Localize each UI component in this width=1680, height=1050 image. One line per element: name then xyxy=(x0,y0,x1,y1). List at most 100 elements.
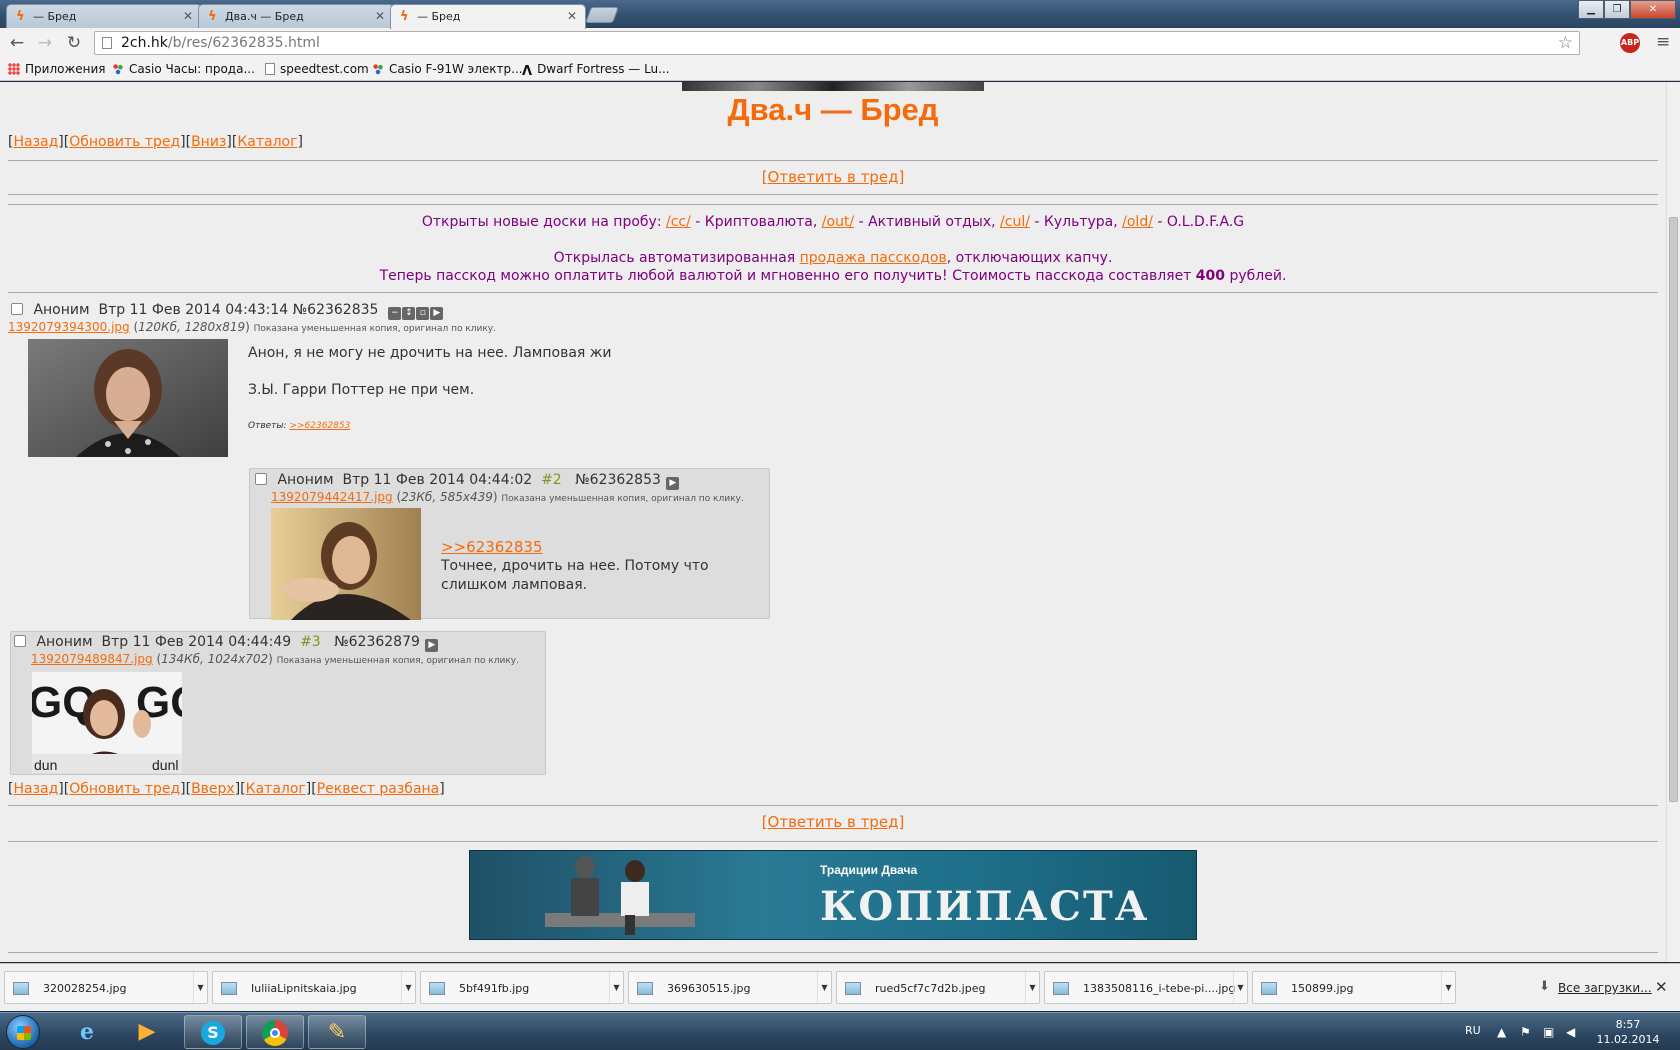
download-item[interactable]: rued5cf7c7d2b.jpeg ▼ xyxy=(836,971,1040,1004)
reply-in-thread-link[interactable]: [Ответить в тред] xyxy=(762,168,905,186)
tray-expand-icon[interactable]: ▲ xyxy=(1497,1025,1506,1039)
clock-time: 8:57 xyxy=(1615,1018,1641,1031)
close-icon[interactable]: ✕ xyxy=(1655,978,1668,996)
nav-back-link[interactable]: Назад xyxy=(13,134,58,150)
reply-2-thumbnail[interactable] xyxy=(271,508,421,620)
nav-down-link[interactable]: Вниз xyxy=(191,134,226,150)
star-icon[interactable]: ☆ xyxy=(1558,32,1573,54)
hide-icon[interactable]: − xyxy=(388,307,402,320)
all-downloads-link[interactable]: Все загрузки... xyxy=(1558,981,1652,995)
address-bar[interactable]: 2ch.hk/b/res/62362835.html ☆ xyxy=(94,31,1580,55)
download-item[interactable]: 1383508116_i-tebe-pi....jpg ▼ xyxy=(1044,971,1248,1004)
chrome-icon[interactable] xyxy=(246,1015,304,1049)
nav-refresh-link[interactable]: Обновить тред xyxy=(69,781,180,797)
window-icon[interactable]: ▫ xyxy=(416,307,430,320)
play-icon[interactable]: ▶ xyxy=(425,639,439,652)
close-icon[interactable]: ✕ xyxy=(567,9,577,23)
nav-up-link[interactable]: Вверх xyxy=(191,781,235,797)
board-old-link[interactable]: /old/ xyxy=(1122,214,1153,230)
download-filename: 150899.jpg xyxy=(1291,982,1354,995)
post-number[interactable]: №62362853 xyxy=(575,472,661,488)
nav-catalog-link[interactable]: Каталог xyxy=(246,781,306,797)
windows-taskbar: e ▶ S ✎ RU ▲ ⚑ ▣ ◀ 8:57 11.02.2014 xyxy=(0,1012,1680,1050)
post-number[interactable]: №62362835 xyxy=(293,302,379,318)
play-icon[interactable]: ▶ xyxy=(430,307,444,320)
tab-3-active[interactable]: ϟ — Бред ✕ xyxy=(390,4,586,29)
post-number[interactable]: №62362879 xyxy=(334,634,420,650)
passcode-sale-link[interactable]: продажа пасскодов xyxy=(800,250,947,266)
adblock-icon[interactable]: ABP xyxy=(1620,33,1640,53)
announce-text: , отключающих капчу. xyxy=(946,250,1113,266)
page-icon xyxy=(265,63,275,75)
board-cul-link[interactable]: /cul/ xyxy=(1000,214,1030,230)
bookmark-casio-watches[interactable]: Casio Часы: прода... xyxy=(112,62,255,76)
nav-catalog-link[interactable]: Каталог xyxy=(237,134,297,150)
download-item[interactable]: IuliiaLipnitskaia.jpg ▼ xyxy=(212,971,416,1004)
expand-icon[interactable]: ↕ xyxy=(402,307,416,320)
reply-2-quote-link[interactable]: >>62362835 xyxy=(441,538,542,556)
network-icon[interactable]: ▣ xyxy=(1543,1025,1554,1039)
tab-2[interactable]: ϟ Два.ч — Бред ✕ xyxy=(198,4,394,28)
download-item[interactable]: 150899.jpg ▼ xyxy=(1252,971,1456,1004)
unban-request-link[interactable]: Реквест разбана xyxy=(317,781,440,797)
internet-explorer-icon[interactable]: e xyxy=(58,1015,116,1049)
svg-text:dunl: dunl xyxy=(152,757,178,773)
download-item[interactable]: 320028254.jpg ▼ xyxy=(4,971,208,1004)
back-arrow-icon[interactable]: ← xyxy=(6,32,28,54)
close-icon[interactable]: ✕ xyxy=(375,9,385,23)
scrollbar-thumb[interactable] xyxy=(1669,217,1678,802)
post-date: Втр 11 Фев 2014 04:43:14 xyxy=(98,302,289,318)
op-file-link[interactable]: 1392079394300.jpg xyxy=(8,320,130,334)
paint-icon[interactable]: ✎ xyxy=(308,1015,366,1049)
new-tab-button[interactable] xyxy=(585,7,619,23)
window-controls: ▁ ❐ ✕ xyxy=(1578,0,1676,19)
nav-back-link[interactable]: Назад xyxy=(13,781,58,797)
reply-2-file-link[interactable]: 1392079442417.jpg xyxy=(271,490,393,504)
ad-banner[interactable]: Традиции Двача КОПИПАСТА xyxy=(469,850,1197,940)
chevron-down-icon[interactable]: ▼ xyxy=(401,972,415,1003)
reload-icon[interactable]: ↻ xyxy=(63,32,85,54)
bookmark-speedtest[interactable]: speedtest.com xyxy=(265,62,369,76)
browser-titlebar: ϟ — Бред ✕ ϟ Два.ч — Бред ✕ ϟ — Бред ✕ ▁… xyxy=(0,0,1680,29)
reply-3-file-link[interactable]: 1392079489847.jpg xyxy=(31,652,153,666)
op-photo xyxy=(28,339,228,457)
chevron-down-icon[interactable]: ▼ xyxy=(193,972,207,1003)
skype-icon[interactable]: S xyxy=(184,1015,242,1049)
reply-backlink[interactable]: >>62362853 xyxy=(289,421,350,431)
action-center-icon[interactable]: ⚑ xyxy=(1520,1025,1531,1039)
chevron-down-icon[interactable]: ▼ xyxy=(1441,972,1455,1003)
menu-icon[interactable]: ≡ xyxy=(1656,32,1670,52)
start-button[interactable] xyxy=(6,1015,40,1049)
close-window-button[interactable]: ✕ xyxy=(1630,0,1676,19)
clock[interactable]: 8:57 11.02.2014 xyxy=(1588,1017,1668,1047)
post-checkbox[interactable] xyxy=(255,473,267,485)
media-player-icon[interactable]: ▶ xyxy=(118,1015,176,1049)
divider xyxy=(8,204,1658,205)
forward-arrow-icon[interactable]: → xyxy=(34,32,56,54)
reply-in-thread-link[interactable]: [Ответить в тред] xyxy=(762,813,905,831)
nav-refresh-link[interactable]: Обновить тред xyxy=(69,134,180,150)
download-item[interactable]: 5bf491fb.jpg ▼ xyxy=(420,971,624,1004)
bookmark-casio-f91w[interactable]: Casio F-91W электр... xyxy=(372,62,523,76)
close-icon[interactable]: ✕ xyxy=(183,9,193,23)
chevron-down-icon[interactable]: ▼ xyxy=(609,972,623,1003)
op-thumbnail[interactable] xyxy=(28,339,228,457)
volume-icon[interactable]: ◀ xyxy=(1566,1025,1575,1039)
play-icon[interactable]: ▶ xyxy=(666,477,680,490)
bookmark-apps[interactable]: Приложения xyxy=(8,62,106,76)
download-item[interactable]: 369630515.jpg ▼ xyxy=(628,971,832,1004)
maximize-button[interactable]: ❐ xyxy=(1604,0,1630,19)
tab-1[interactable]: ϟ — Бред ✕ xyxy=(6,4,202,28)
language-indicator[interactable]: RU xyxy=(1465,1024,1481,1037)
chevron-down-icon[interactable]: ▼ xyxy=(817,972,831,1003)
board-cc-link[interactable]: /cc/ xyxy=(666,214,691,230)
post-checkbox[interactable] xyxy=(11,303,23,315)
reply-3-thumbnail[interactable]: GQ GG dun dunl xyxy=(32,672,182,773)
page-scrollbar[interactable] xyxy=(1666,82,1680,962)
board-out-link[interactable]: /out/ xyxy=(822,214,854,230)
minimize-button[interactable]: ▁ xyxy=(1578,0,1604,19)
post-checkbox[interactable] xyxy=(14,635,26,647)
chevron-down-icon[interactable]: ▼ xyxy=(1233,972,1247,1003)
bookmark-dwarf-fortress[interactable]: Λ Dwarf Fortress — Lu... xyxy=(522,62,670,79)
chevron-down-icon[interactable]: ▼ xyxy=(1025,972,1039,1003)
